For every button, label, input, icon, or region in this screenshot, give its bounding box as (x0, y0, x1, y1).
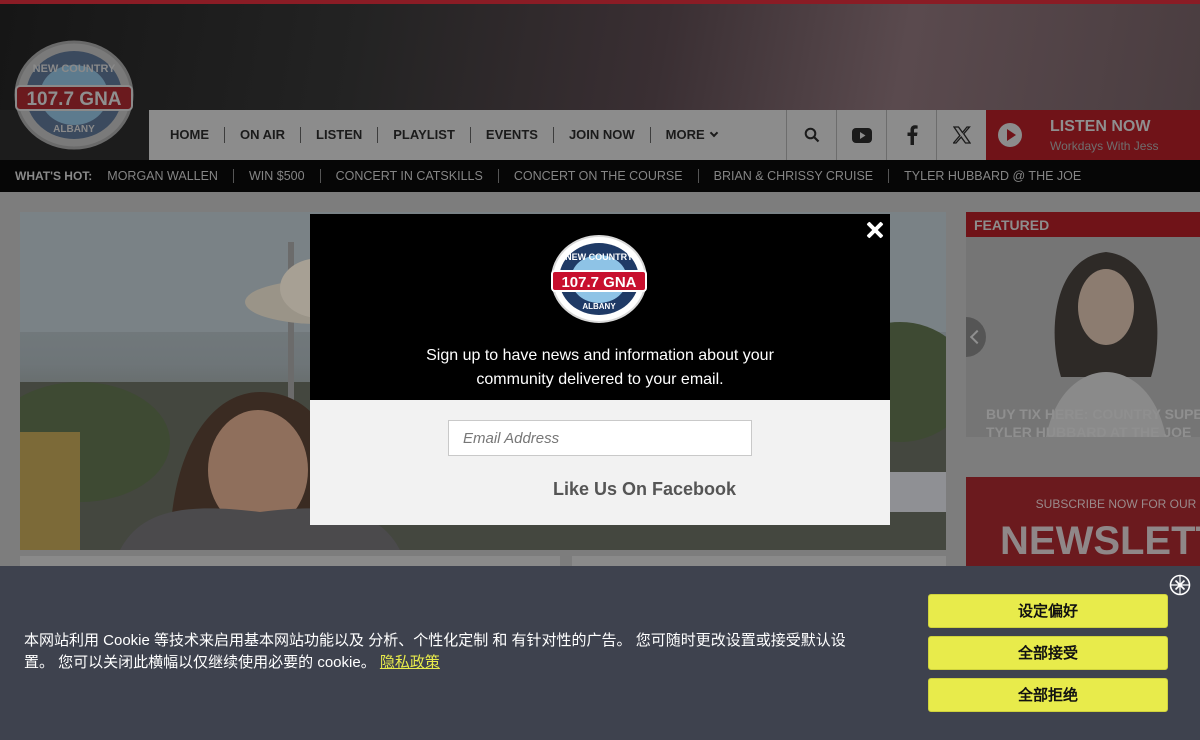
hot-item-tyler-hubbard[interactable]: TYLER HUBBARD @ THE JOE (888, 169, 1096, 183)
featured-headline-line1: BUY TIX HERE: COUNTRY SUPERSTAR (986, 406, 1200, 422)
search-button[interactable] (786, 110, 836, 160)
main-nav: HOME ON AIR LISTEN PLAYLIST EVENTS JOIN … (149, 110, 786, 160)
nav-item-join-now[interactable]: JOIN NOW (554, 127, 651, 143)
x-button[interactable] (936, 110, 986, 160)
cookie-text-line1: 本网站利用 Cookie 等技术来启用基本网站功能以及 分析、个性化定制 和 有… (24, 632, 846, 649)
hero-stripe (0, 0, 1200, 4)
featured-headline-line2: TYLER HUBBARD AT THE JOE (986, 424, 1192, 437)
chevron-down-icon (709, 128, 718, 138)
featured-image: BUY TIX HERE: COUNTRY SUPERSTAR TYLER HU… (966, 237, 1200, 437)
modal-header: NEW COUNTRY 107.7 GNA ALBANY Sign up to … (310, 214, 890, 400)
modal-logo-main-text: 107.7 GNA (561, 274, 636, 291)
whats-hot-bar: WHAT'S HOT: MORGAN WALLEN WIN $500 CONCE… (0, 160, 1200, 192)
facebook-icon (907, 125, 918, 145)
cookie-text-line2-wrap: 置。 您可以关闭此横幅以仅继续使用必要的 cookie。 隐私政策 (24, 652, 908, 674)
nav-item-listen[interactable]: LISTEN (301, 127, 379, 143)
cookie-text-line2: 置。 您可以关闭此横幅以仅继续使用必要的 cookie。 (24, 654, 376, 671)
hot-item-cruise[interactable]: BRIAN & CHRISSY CRUISE (697, 169, 889, 183)
youtube-icon (851, 127, 872, 143)
newsletter-title: NEWSLETTER (1000, 519, 1200, 563)
x-icon (952, 126, 971, 144)
cookie-banner: 本网站利用 Cookie 等技术来启用基本网站功能以及 分析、个性化定制 和 有… (0, 566, 1200, 740)
facebook-button[interactable] (886, 110, 936, 160)
hot-item-concert-course[interactable]: CONCERT ON THE COURSE (497, 169, 698, 183)
cookie-text: 本网站利用 Cookie 等技术来启用基本网站功能以及 分析、个性化定制 和 有… (24, 630, 908, 674)
email-field[interactable] (448, 420, 752, 456)
newsletter-panel[interactable]: SUBSCRIBE NOW FOR OUR NEWSLETTER (966, 477, 1200, 577)
whats-hot-label: WHAT'S HOT: (15, 169, 93, 183)
listen-now-button[interactable]: LISTEN NOW Workdays With Jess (986, 110, 1200, 160)
facebook-like-link[interactable]: Like Us On Facebook (553, 479, 736, 500)
play-icon (998, 123, 1022, 147)
hot-item-morgan-wallen[interactable]: MORGAN WALLEN (107, 169, 233, 183)
search-icon (804, 127, 819, 143)
nav-item-playlist[interactable]: PLAYLIST (378, 127, 471, 143)
close-banner-icon[interactable] (1169, 574, 1191, 596)
modal-station-logo: NEW COUNTRY 107.7 GNA ALBANY (551, 235, 647, 323)
header-hero (0, 0, 1200, 110)
set-preferences-button[interactable]: 设定偏好 (928, 594, 1168, 628)
listen-now-subtitle: Workdays With Jess (1050, 139, 1159, 153)
logo-main-text: 107.7 GNA (26, 89, 121, 110)
privacy-policy-link[interactable]: 隐私政策 (380, 654, 440, 671)
featured-label: FEATURED (974, 217, 1050, 233)
logo-top-text: NEW COUNTRY (33, 63, 116, 75)
modal-logo-bottom-text: ALBANY (582, 302, 616, 311)
hot-item-win-500[interactable]: WIN $500 (232, 169, 320, 183)
nav-item-home[interactable]: HOME (155, 127, 225, 143)
hot-item-concert-catskills[interactable]: CONCERT IN CATSKILLS (319, 169, 498, 183)
modal-description: Sign up to have news and information abo… (400, 344, 800, 392)
newsletter-subtitle: SUBSCRIBE NOW FOR OUR (1035, 497, 1197, 511)
close-icon[interactable] (864, 219, 886, 241)
accept-all-button[interactable]: 全部接受 (928, 636, 1168, 670)
modal-logo-top-text: NEW COUNTRY (565, 252, 633, 262)
station-logo[interactable]: NEW COUNTRY 107.7 GNA ALBANY (14, 40, 134, 150)
featured-panel[interactable]: FEATURED BUY TIX HERE: COUNTRY SUPERSTAR… (966, 212, 1200, 437)
email-signup-modal: NEW COUNTRY 107.7 GNA ALBANY Sign up to … (310, 214, 890, 525)
youtube-button[interactable] (836, 110, 886, 160)
nav-item-more[interactable]: MORE (651, 127, 732, 143)
modal-description-line1: Sign up to have news and information abo… (426, 347, 774, 364)
nav-item-on-air[interactable]: ON AIR (225, 127, 302, 143)
nav-item-events[interactable]: EVENTS (471, 127, 554, 143)
logo-bottom-text: ALBANY (53, 124, 95, 135)
featured-bar: FEATURED (966, 212, 1200, 237)
featured-headline[interactable]: BUY TIX HERE: COUNTRY SUPERSTAR TYLER HU… (986, 405, 1200, 437)
nav-more-label: MORE (665, 127, 705, 142)
modal-description-line2: community delivered to your email. (476, 371, 724, 388)
listen-now-title: LISTEN NOW (1050, 118, 1151, 135)
reject-all-button[interactable]: 全部拒绝 (928, 678, 1168, 712)
